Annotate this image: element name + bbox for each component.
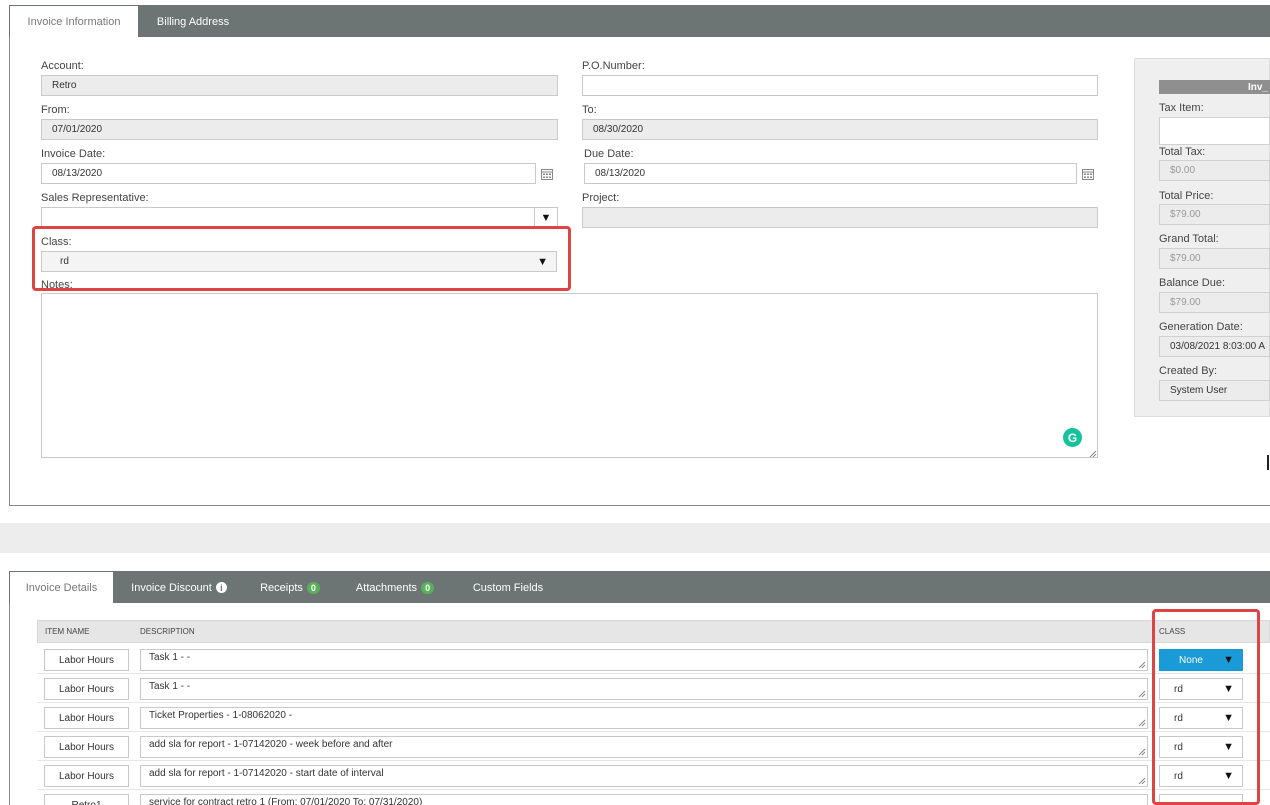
invoice-date-input[interactable]: 08/13/2020 xyxy=(41,163,536,184)
item-name-button[interactable]: Retro1 xyxy=(44,794,129,805)
table-row: Labor Hours add sla for report - 1-07142… xyxy=(37,761,1270,790)
total-tax-field: $0.00 xyxy=(1159,160,1270,181)
tab-receipts[interactable]: Receipts 0 xyxy=(250,572,330,603)
summary-header: Inv_ xyxy=(1159,80,1270,94)
table-row: Labor Hours add sla for report - 1-07142… xyxy=(37,732,1270,761)
description-text: Ticket Properties - 1-08062020 - xyxy=(149,710,293,721)
tab-invoice-discount[interactable]: Invoice Discount i xyxy=(123,572,235,603)
item-name-button[interactable]: Labor Hours xyxy=(44,736,129,758)
total-price-field: $79.00 xyxy=(1159,204,1270,225)
notes-textarea[interactable] xyxy=(41,293,1098,458)
tab-attachments-label: Attachments xyxy=(355,581,418,594)
generation-date-field: 03/08/2021 8:03:00 A xyxy=(1159,336,1270,357)
table-row: Labor Hours Ticket Properties - 1-080620… xyxy=(37,703,1270,732)
to-field: 08/30/2020 xyxy=(582,119,1098,140)
calendar-icon[interactable] xyxy=(540,167,554,184)
description-input[interactable]: add sla for report - 1-07142020 - start … xyxy=(140,765,1148,787)
tab-invoice-discount-label: Invoice Discount xyxy=(131,581,212,594)
project-label: Project: xyxy=(582,192,620,204)
grand-total-field: $79.00 xyxy=(1159,248,1270,269)
description-input[interactable]: service for contract retro 1 (From: 07/0… xyxy=(140,794,1148,805)
description-text: add sla for report - 1-07142020 - week b… xyxy=(149,739,393,750)
resize-handle-icon[interactable] xyxy=(1138,777,1146,785)
header-description: DESCRIPTION xyxy=(140,627,195,636)
balance-due-field: $79.00 xyxy=(1159,292,1270,313)
total-tax-label: Total Tax: xyxy=(1159,146,1206,158)
from-field: 07/01/2020 xyxy=(41,119,558,140)
created-by-label: Created By: xyxy=(1159,365,1218,377)
resize-handle-icon[interactable] xyxy=(1138,661,1146,669)
item-name-button[interactable]: Labor Hours xyxy=(44,649,129,671)
table-header xyxy=(37,620,1270,643)
description-text: add sla for report - 1-07142020 - start … xyxy=(149,768,384,779)
resize-handle-icon[interactable] xyxy=(1089,449,1097,461)
grammarly-icon[interactable]: G xyxy=(1063,428,1082,447)
tab-attachments[interactable]: Attachments 0 xyxy=(345,572,445,603)
description-input[interactable]: Ticket Properties - 1-08062020 - xyxy=(140,707,1148,729)
description-text: service for contract retro 1 (From: 07/0… xyxy=(149,797,423,805)
sales-rep-select[interactable]: ▼ xyxy=(41,207,558,228)
account-label: Account: xyxy=(41,60,84,72)
text-cursor-icon xyxy=(1267,455,1269,470)
description-text: Task 1 - - xyxy=(149,681,191,692)
tab-receipts-label: Receipts xyxy=(260,581,303,594)
invoice-date-label: Invoice Date: xyxy=(41,148,106,160)
project-field xyxy=(582,207,1098,228)
chevron-down-icon[interactable]: ▼ xyxy=(534,208,557,227)
tab-billing-address[interactable]: Billing Address xyxy=(138,6,248,37)
tab-invoice-information[interactable]: Invoice Information xyxy=(10,6,138,37)
due-date-input[interactable]: 08/13/2020 xyxy=(584,163,1077,184)
description-input[interactable]: Task 1 - - xyxy=(140,649,1148,671)
po-number-input[interactable] xyxy=(582,75,1098,96)
table-row: Labor Hours Task 1 - - rd ▼ xyxy=(37,674,1270,703)
description-input[interactable]: Task 1 - - xyxy=(140,678,1148,700)
table-row: Retro1 service for contract retro 1 (Fro… xyxy=(37,790,1270,805)
resize-handle-icon[interactable] xyxy=(1138,690,1146,698)
table-row: Labor Hours Task 1 - - None ▼ xyxy=(37,645,1270,674)
po-number-label: P.O.Number: xyxy=(582,60,645,72)
sales-rep-label: Sales Representative: xyxy=(41,192,149,204)
item-name-button[interactable]: Labor Hours xyxy=(44,678,129,700)
due-date-label: Due Date: xyxy=(584,148,634,160)
to-label: To: xyxy=(582,104,597,116)
description-input[interactable]: add sla for report - 1-07142020 - week b… xyxy=(140,736,1148,758)
generation-date-label: Generation Date: xyxy=(1159,321,1243,333)
description-text: Task 1 - - xyxy=(149,652,191,663)
tab-custom-fields[interactable]: Custom Fields xyxy=(462,572,554,603)
resize-handle-icon[interactable] xyxy=(1138,748,1146,756)
info-icon: i xyxy=(215,582,227,593)
from-label: From: xyxy=(41,104,70,116)
balance-due-label: Balance Due: xyxy=(1159,277,1226,289)
total-price-label: Total Price: xyxy=(1159,190,1214,202)
item-name-button[interactable]: Labor Hours xyxy=(44,707,129,729)
header-item-name: ITEM NAME xyxy=(45,627,90,636)
tab-invoice-details[interactable]: Invoice Details xyxy=(10,572,113,603)
calendar-icon[interactable] xyxy=(1081,167,1095,184)
account-field: Retro xyxy=(41,75,558,96)
receipts-count-badge: 0 xyxy=(306,581,320,594)
class-column-highlight-box xyxy=(1152,609,1260,805)
item-name-button[interactable]: Labor Hours xyxy=(44,765,129,787)
grand-total-label: Grand Total: xyxy=(1159,233,1219,245)
created-by-field: System User xyxy=(1159,380,1270,401)
resize-handle-icon[interactable] xyxy=(1138,719,1146,727)
class-highlight-box xyxy=(32,226,571,291)
section-separator xyxy=(0,523,1270,553)
tax-item-select[interactable] xyxy=(1159,117,1270,145)
tax-item-label: Tax Item: xyxy=(1159,102,1204,114)
attachments-count-badge: 0 xyxy=(421,581,435,594)
